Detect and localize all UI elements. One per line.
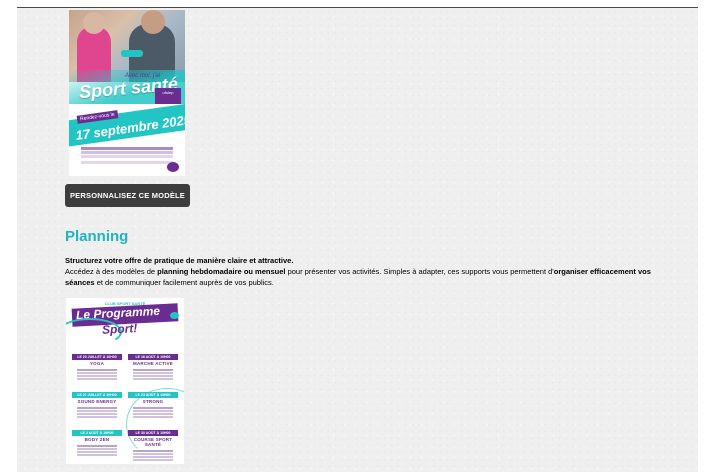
slot-description [133,450,173,452]
customize-template-button[interactable]: PERSONNALISEZ CE MODÈLE [65,184,190,207]
poster-logo-icon [167,162,179,172]
slot-date: LE 27 JUILLET À 10H00 [72,392,122,398]
slot-description [77,369,117,371]
programme-slot: LE 23 AOÛT À 10H00 STRONG [128,392,178,409]
slot-name: STRONG [142,399,164,404]
slot-date: LE 2 AOÛT À 10H00 [72,430,122,436]
slot-name: BODY ZEN [84,437,110,442]
slot-date: LE 20 JUILLET À 10H00 [72,354,122,360]
slot-description [133,407,173,409]
slot-date: LE 23 AOÛT À 10H00 [128,392,178,398]
para-text-2: pour présenter vos activités. Simples à … [285,267,554,276]
para-bold-1: planning hebdomadaire ou mensuel [157,267,286,276]
slot-name: YOGA [89,361,105,366]
programme-slot: LE 2 AOÛT À 10H00 BODY ZEN [72,430,122,447]
poster2-logo-icon [170,312,179,319]
slot-description [133,369,173,371]
section-heading: Planning [65,228,129,245]
programme-slot: LE 16 AOÛT À 10H00 MARCHE ACTIVE [128,354,178,371]
programme-slot: LE 20 JUILLET À 10H00 YOGA [72,354,122,371]
slot-date: LE 30 AOÛT À 10H00 [128,430,178,436]
sport-sante-poster-thumbnail[interactable]: Avec moi, j'ai Sport santé ufolep Rendez… [69,10,185,176]
poster-body-text [81,147,173,150]
slot-name: MARCHE ACTIVE [133,361,173,366]
para-text-1: Accédez à des modèles de [65,267,158,276]
slot-date: LE 16 AOÛT À 10H00 [128,354,178,360]
slot-name: COURSE SPORT SANTÉ [133,437,173,447]
section-lede: Structurez votre offre de pratique de ma… [65,256,294,265]
dumbbell-icon [121,50,143,57]
poster-person-woman-head [83,12,105,34]
programme-sport-poster-thumbnail[interactable]: CLUB SPORT SANTÉ Le Programme Sport! LE … [66,298,184,464]
slot-description [77,445,117,447]
poster-person-man-head [141,10,165,34]
page-content: Avec moi, j'ai Sport santé ufolep Rendez… [17,7,698,472]
programme-slot: LE 30 AOÛT À 10H00 COURSE SPORT SANTÉ [128,430,178,452]
section-paragraph: Accédez à des modèles de planning hebdom… [65,266,665,288]
poster2-subtitle: Sport! [101,321,138,337]
programme-slot: LE 27 JUILLET À 10H00 SOUND ENERGY [72,392,122,409]
para-text-3: et de communiquer facilement auprès de v… [94,278,274,287]
slot-name: SOUND ENERGY [77,399,117,404]
slot-description [77,407,117,409]
poster-badge: ufolep [155,88,181,104]
